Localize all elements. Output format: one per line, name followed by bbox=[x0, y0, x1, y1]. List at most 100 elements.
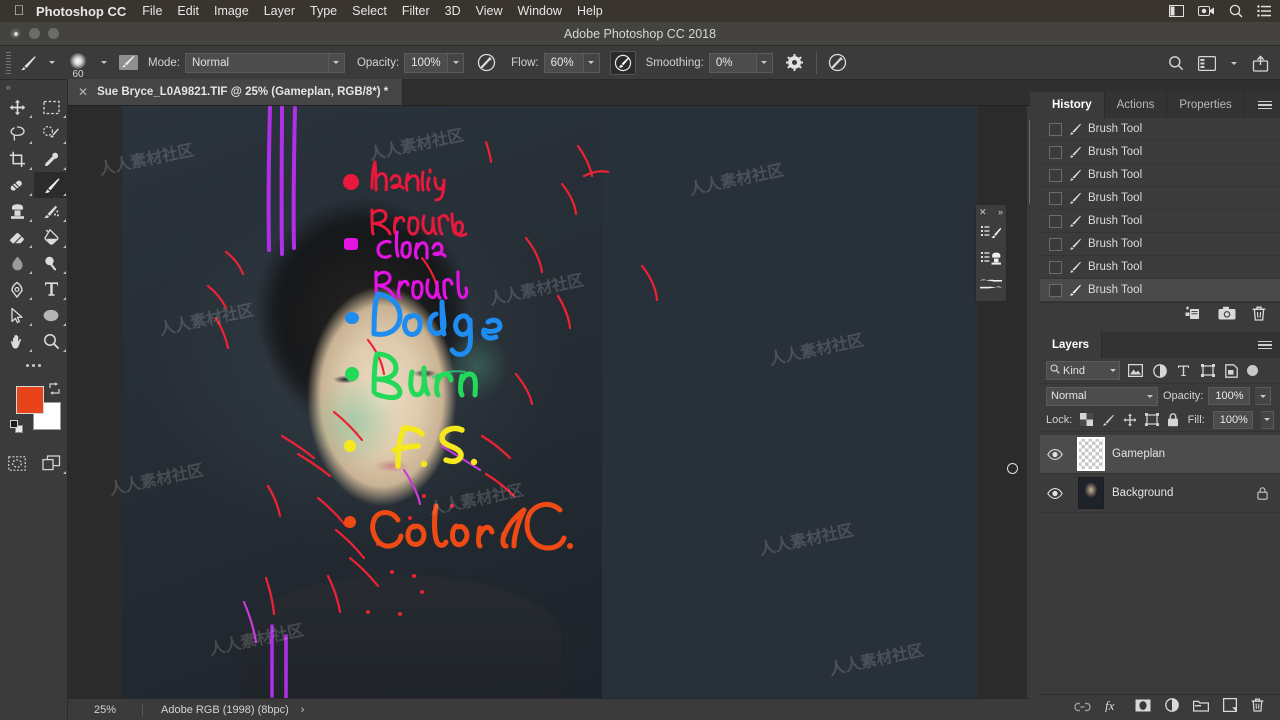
history-snapshot-checkbox[interactable] bbox=[1049, 237, 1062, 251]
delete-layer-icon[interactable] bbox=[1251, 698, 1264, 717]
create-snapshot-icon[interactable] bbox=[1218, 306, 1236, 325]
menu-app-name[interactable]: Photoshop CC bbox=[36, 4, 126, 19]
clone-source-icon[interactable] bbox=[976, 245, 1006, 271]
control-center-icon[interactable] bbox=[1257, 5, 1272, 17]
layer-row-background[interactable]: Background bbox=[1040, 474, 1280, 513]
layer-blend-mode-select[interactable]: Normal bbox=[1046, 386, 1158, 406]
layer-visibility-toggle[interactable] bbox=[1040, 448, 1070, 460]
pen-tool[interactable] bbox=[0, 276, 34, 302]
layer-thumbnail[interactable] bbox=[1070, 477, 1112, 509]
layer-visibility-toggle[interactable] bbox=[1040, 487, 1070, 499]
flow-chevron-icon[interactable] bbox=[583, 52, 600, 73]
foreground-color-swatch[interactable] bbox=[16, 386, 44, 414]
crop-tool[interactable] bbox=[0, 146, 34, 172]
brush-preset-chevron-icon[interactable] bbox=[49, 61, 55, 64]
brush-preview[interactable]: 60 bbox=[61, 46, 95, 80]
screen-record-icon[interactable] bbox=[1198, 5, 1215, 17]
menu-item-edit[interactable]: Edit bbox=[177, 4, 199, 18]
panel-menu-icon[interactable] bbox=[1258, 92, 1272, 118]
menu-item-select[interactable]: Select bbox=[352, 4, 387, 18]
panel-collapse-strip[interactable] bbox=[1030, 92, 1040, 720]
gradient-tool[interactable] bbox=[34, 224, 68, 250]
menu-item-window[interactable]: Window bbox=[518, 4, 562, 18]
eraser-tool[interactable] bbox=[0, 224, 34, 250]
delete-state-icon[interactable] bbox=[1252, 306, 1266, 326]
apple-logo-icon[interactable]:  bbox=[8, 3, 30, 19]
history-item-selected[interactable]: Brush Tool bbox=[1040, 279, 1280, 302]
screen-mode-icon[interactable] bbox=[34, 450, 68, 476]
search-icon[interactable] bbox=[1163, 46, 1189, 80]
layer-fill-chevron-icon[interactable] bbox=[1260, 410, 1274, 429]
pressure-size-icon[interactable] bbox=[823, 46, 852, 80]
layer-name[interactable]: Background bbox=[1112, 487, 1173, 499]
history-item[interactable]: Brush Tool bbox=[1040, 141, 1280, 164]
history-brush-tool[interactable] bbox=[34, 198, 68, 224]
chevron-down-icon[interactable] bbox=[1147, 394, 1153, 398]
close-icon[interactable]: ✕ bbox=[78, 85, 88, 99]
menu-item-3d[interactable]: 3D bbox=[445, 4, 461, 18]
ellipse-tool[interactable] bbox=[34, 302, 68, 328]
spot-healing-brush-tool[interactable] bbox=[0, 172, 34, 198]
create-document-from-state-icon[interactable] bbox=[1185, 306, 1202, 326]
swap-colors-icon[interactable] bbox=[48, 382, 61, 398]
pressure-opacity-icon[interactable] bbox=[472, 46, 501, 80]
lock-transparent-pixels-icon[interactable] bbox=[1080, 412, 1094, 427]
filter-adjustment-icon[interactable] bbox=[1151, 362, 1168, 379]
brush-tool[interactable] bbox=[34, 172, 68, 198]
floating-brush-panel[interactable]: ✕ » bbox=[975, 204, 1007, 302]
tab-layers[interactable]: Layers bbox=[1040, 332, 1103, 358]
menu-item-type[interactable]: Type bbox=[310, 4, 337, 18]
layer-fill-value[interactable]: 100% bbox=[1212, 410, 1253, 429]
menu-item-filter[interactable]: Filter bbox=[402, 4, 430, 18]
tab-history[interactable]: History bbox=[1040, 92, 1105, 118]
layer-row-gameplan[interactable]: Gameplan bbox=[1040, 435, 1280, 474]
blur-tool[interactable] bbox=[0, 250, 34, 276]
lock-artboard-icon[interactable] bbox=[1145, 412, 1160, 427]
history-snapshot-checkbox[interactable] bbox=[1049, 122, 1062, 136]
history-snapshot-checkbox[interactable] bbox=[1049, 260, 1062, 274]
layer-opacity-value[interactable]: 100% bbox=[1208, 387, 1251, 405]
rectangular-marquee-tool[interactable] bbox=[34, 94, 68, 120]
history-item[interactable]: Brush Tool bbox=[1040, 118, 1280, 141]
dodge-tool[interactable] bbox=[34, 250, 68, 276]
menu-item-file[interactable]: File bbox=[142, 4, 162, 18]
chevron-down-icon[interactable] bbox=[327, 53, 344, 72]
panel-menu-icon[interactable] bbox=[1258, 332, 1272, 358]
lock-all-icon[interactable] bbox=[1167, 412, 1179, 427]
lock-position-icon[interactable] bbox=[1123, 412, 1137, 427]
add-layer-style-fx-icon[interactable]: fx bbox=[1105, 698, 1121, 717]
layer-opacity-chevron-icon[interactable] bbox=[1255, 387, 1272, 405]
opacity-value[interactable]: 100% bbox=[404, 52, 449, 73]
smoothing-chevron-icon[interactable] bbox=[756, 52, 773, 73]
expand-panel-icon[interactable]: » bbox=[998, 207, 1003, 217]
new-group-icon[interactable] bbox=[1192, 699, 1210, 717]
menu-item-layer[interactable]: Layer bbox=[264, 4, 295, 18]
new-layer-icon[interactable] bbox=[1222, 697, 1238, 717]
smoothing-options-gear-icon[interactable] bbox=[781, 46, 808, 80]
workspace-icon[interactable] bbox=[1193, 46, 1221, 80]
filter-pixel-icon[interactable] bbox=[1127, 362, 1144, 379]
filter-smart-object-icon[interactable] bbox=[1223, 362, 1240, 379]
workspace-chevron-icon[interactable] bbox=[1231, 61, 1237, 65]
default-colors-icon[interactable] bbox=[10, 420, 23, 433]
eyedropper-tool[interactable] bbox=[34, 146, 68, 172]
menu-item-image[interactable]: Image bbox=[214, 4, 249, 18]
brush-icon[interactable] bbox=[13, 46, 43, 80]
zoom-tool[interactable] bbox=[34, 328, 68, 354]
tab-properties[interactable]: Properties bbox=[1167, 92, 1245, 118]
blend-mode-select[interactable]: Normal bbox=[184, 52, 345, 73]
history-snapshot-checkbox[interactable] bbox=[1049, 214, 1062, 228]
share-icon[interactable] bbox=[1247, 46, 1274, 80]
lock-image-pixels-icon[interactable] bbox=[1101, 412, 1115, 427]
type-tool[interactable] bbox=[34, 276, 68, 302]
smoothing-value[interactable]: 0% bbox=[708, 52, 757, 73]
chevron-down-icon[interactable] bbox=[1110, 369, 1116, 372]
move-tool[interactable] bbox=[0, 94, 34, 120]
hand-tool[interactable] bbox=[0, 328, 34, 354]
brush-size-chevron-icon[interactable] bbox=[101, 61, 107, 64]
brush-settings-panel-icon[interactable] bbox=[113, 46, 144, 80]
opacity-chevron-icon[interactable] bbox=[448, 52, 465, 73]
lasso-tool[interactable] bbox=[0, 120, 34, 146]
flow-value[interactable]: 60% bbox=[543, 52, 584, 73]
quick-selection-tool[interactable] bbox=[34, 120, 68, 146]
